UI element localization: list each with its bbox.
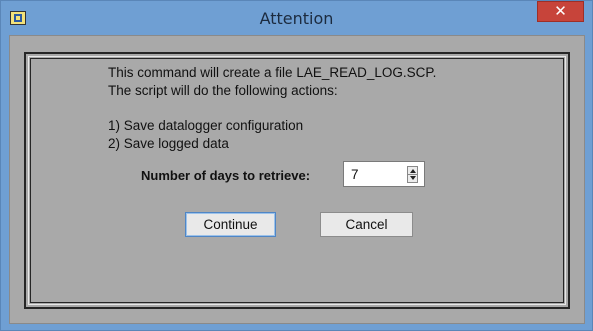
title-bar[interactable]: Attention ✕: [1, 1, 592, 35]
days-value[interactable]: 7: [351, 167, 359, 182]
continue-button[interactable]: Continue: [185, 212, 276, 237]
message-line-3: 1) Save datalogger configuration: [108, 118, 304, 133]
increment-icon[interactable]: [410, 169, 416, 173]
window-title: Attention: [259, 9, 334, 28]
days-stepper[interactable]: 7: [343, 161, 425, 187]
close-icon: ✕: [554, 2, 567, 20]
dialog-body: This command will create a file LAE_READ…: [9, 35, 585, 324]
days-label: Number of days to retrieve:: [141, 168, 311, 183]
cancel-button[interactable]: Cancel: [320, 212, 413, 237]
decrement-icon[interactable]: [410, 176, 416, 180]
close-button[interactable]: ✕: [537, 1, 584, 22]
dialog-window: Attention ✕ This command will create a f…: [0, 0, 593, 331]
spin-buttons[interactable]: [407, 166, 418, 183]
message-line-4: 2) Save logged data: [108, 136, 229, 151]
message-line-2: The script will do the following actions…: [108, 83, 338, 98]
message-line-1: This command will create a file LAE_READ…: [108, 65, 437, 80]
